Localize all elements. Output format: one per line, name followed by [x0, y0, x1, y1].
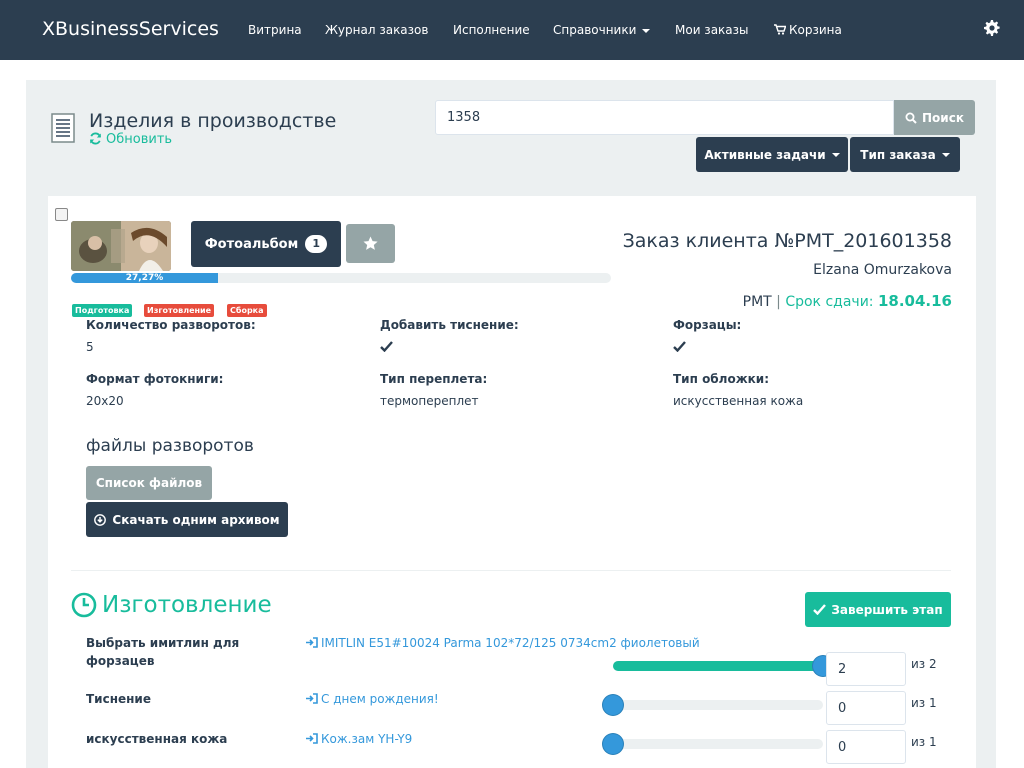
download-archive-label: Скачать одним архивом — [112, 512, 280, 527]
quantity-input[interactable] — [826, 691, 906, 725]
prop-label-endpapers: Форзацы: — [673, 318, 742, 332]
clock-icon — [71, 592, 97, 618]
prop-label-spreads: Количество разворотов: — [86, 318, 256, 332]
quantity-slider-track[interactable] — [613, 700, 823, 710]
prop-label-format: Формат фотокниги: — [86, 372, 224, 386]
chevron-down-icon — [642, 28, 651, 33]
material-label: Выбрать имитлин для форзацев — [86, 636, 240, 668]
quantity-slider-handle[interactable] — [603, 695, 623, 715]
section-divider — [71, 570, 951, 571]
prop-label-cover: Тип обложки: — [673, 372, 770, 386]
active-tasks-dropdown[interactable]: Активные задачи — [696, 137, 848, 172]
stage-tag-manufacturing: Изготовление — [144, 304, 215, 317]
chevron-down-icon — [941, 152, 950, 157]
order-code: PMT — [742, 294, 772, 310]
order-type-label: Тип заказа — [860, 147, 936, 162]
quantity-total: из 1 — [911, 735, 937, 749]
nav-item-showcase[interactable]: Витрина — [248, 23, 302, 37]
product-button[interactable]: Фотоальбом 1 — [191, 221, 341, 267]
product-button-label: Фотоальбом — [204, 236, 299, 252]
nav-item-references-label: Справочники — [553, 23, 637, 37]
nav-item-my-orders[interactable]: Мои заказы — [675, 23, 749, 37]
quantity-slider-handle[interactable] — [603, 734, 623, 754]
prop-label-embossing: Добавить тиснение: — [380, 318, 519, 332]
prop-value-spreads: 5 — [86, 340, 94, 354]
refresh-icon — [90, 132, 101, 145]
star-icon — [363, 236, 378, 250]
page-title: Изделия в производстве — [89, 110, 337, 132]
due-label: Срок сдачи: — [785, 294, 874, 310]
due-date: 18.04.16 — [877, 292, 952, 310]
material-link-label: IMITLIN E51#10024 Parma 102*72/125 0734c… — [321, 636, 700, 650]
prop-value-format: 20x20 — [86, 394, 124, 408]
material-link-label: С днем рождения! — [321, 692, 439, 706]
order-type-dropdown[interactable]: Тип заказа — [850, 137, 960, 172]
sign-in-icon — [306, 733, 318, 744]
stage-tag-preparation: Подготовка — [72, 304, 133, 317]
select-order-checkbox[interactable] — [55, 208, 68, 221]
download-circle-icon — [94, 513, 107, 526]
sign-in-icon — [306, 637, 318, 648]
nav-item-references[interactable]: Справочники — [553, 23, 651, 37]
files-list-button[interactable]: Список файлов — [86, 466, 212, 500]
stage-title: Изготовление — [102, 592, 272, 618]
nav-item-execution[interactable]: Исполнение — [453, 23, 530, 37]
order-title: Заказ клиента №PMT_201601358 — [622, 230, 952, 252]
top-navbar: XBusinessServices Витрина Журнал заказов… — [0, 0, 1024, 60]
document-icon — [51, 113, 75, 143]
check-icon — [380, 341, 393, 352]
quantity-input[interactable] — [826, 652, 906, 686]
search-input[interactable] — [435, 100, 894, 135]
files-heading: файлы разворотов — [86, 436, 254, 456]
material-link[interactable]: С днем рождения! — [306, 692, 439, 706]
nav-item-cart-label: Корзина — [789, 23, 842, 37]
gear-icon[interactable] — [984, 20, 1000, 36]
material-link[interactable]: IMITLIN E51#10024 Parma 102*72/125 0734c… — [306, 636, 700, 650]
quantity-total: из 2 — [911, 657, 937, 671]
prop-value-cover: искусственная кожа — [673, 394, 804, 408]
material-label: искусственная кожа — [86, 732, 228, 746]
refresh-label: Обновить — [106, 132, 173, 147]
material-link-label: Кож.зам YH-Y9 — [321, 732, 413, 746]
quantity-slider-fill — [613, 661, 823, 671]
quantity-input[interactable] — [826, 730, 906, 764]
sign-in-icon — [306, 693, 318, 704]
product-thumbnail[interactable] — [71, 221, 171, 271]
material-label: Тиснение — [86, 692, 151, 706]
progress-percent: 27,27% — [125, 273, 164, 283]
search-button-label: Поиск — [922, 110, 964, 125]
quantity-total: из 1 — [911, 696, 937, 710]
product-count-badge: 1 — [305, 235, 328, 253]
active-tasks-label: Активные задачи — [704, 147, 826, 162]
search-icon — [905, 112, 917, 124]
order-meta: PMT | Срок сдачи: 18.04.16 — [743, 292, 952, 310]
client-name: Elzana Omurzakova — [813, 262, 952, 278]
refresh-link[interactable]: Обновить — [89, 132, 172, 147]
favorite-button[interactable] — [346, 224, 395, 263]
finish-stage-button[interactable]: Завершить этап — [805, 592, 951, 627]
prop-label-binding: Тип переплета: — [380, 372, 488, 386]
download-archive-button[interactable]: Скачать одним архивом — [86, 502, 288, 537]
check-icon — [813, 604, 827, 615]
nav-item-cart[interactable]: Корзина — [774, 23, 842, 37]
meta-separator: | — [776, 294, 781, 310]
prop-value-binding: термопереплет — [380, 394, 479, 408]
finish-stage-label: Завершить этап — [831, 602, 943, 617]
stage-tag-assembly: Сборка — [227, 304, 267, 317]
chevron-down-icon — [831, 152, 840, 157]
brand-logo[interactable]: XBusinessServices — [42, 18, 219, 40]
cart-icon — [774, 24, 787, 35]
nav-item-order-journal[interactable]: Журнал заказов — [325, 23, 428, 37]
search-button[interactable]: Поиск — [894, 100, 975, 135]
check-icon — [673, 341, 686, 352]
quantity-slider-track[interactable] — [613, 739, 823, 749]
material-link[interactable]: Кож.зам YH-Y9 — [306, 732, 412, 746]
